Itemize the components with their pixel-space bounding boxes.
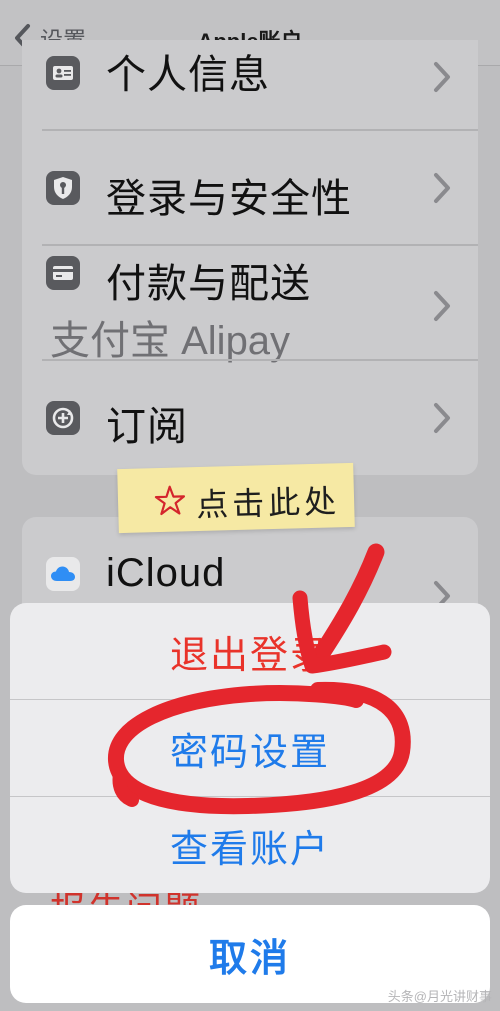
view-account-button[interactable]: 查看账户 [10,797,490,893]
row-detail: 支付宝 Alipay [50,319,291,363]
icloud-icon [46,557,80,591]
chevron-right-icon [434,403,450,433]
row-label: 付款与配送 [106,262,311,306]
row-personal-info[interactable]: 个人信息 [22,40,478,131]
watermark: 头条@月光讲财事 [387,989,492,1004]
row-label: iCloud [106,551,226,595]
chevron-right-icon [434,62,450,92]
sticky-note-text: 点击此处 [195,482,341,525]
subscription-icon [46,401,80,435]
action-sheet: 退出登录 密码设置 查看账户 [10,603,490,893]
shield-key-icon [46,171,80,205]
row-subscriptions[interactable]: 订阅 [22,361,478,475]
account-settings-group: 个人信息 登录与安全性 付款与配送 支付宝 Alipay 订阅 [22,40,478,475]
chevron-right-icon [434,173,450,203]
row-payment-shipping[interactable]: 付款与配送 支付宝 Alipay [22,246,478,363]
person-card-icon [46,56,80,90]
sign-out-button[interactable]: 退出登录 [10,603,490,700]
row-sign-in-security[interactable]: 登录与安全性 [22,131,478,246]
sticky-note-annotation: 点击此处 [117,462,355,534]
star-icon [154,485,186,516]
credit-card-icon [46,256,80,290]
row-label: 登录与安全性 [106,177,352,221]
row-label: 个人信息 [106,53,270,97]
chevron-right-icon [434,291,450,321]
password-settings-button[interactable]: 密码设置 [10,700,490,797]
row-label: 订阅 [106,405,188,449]
